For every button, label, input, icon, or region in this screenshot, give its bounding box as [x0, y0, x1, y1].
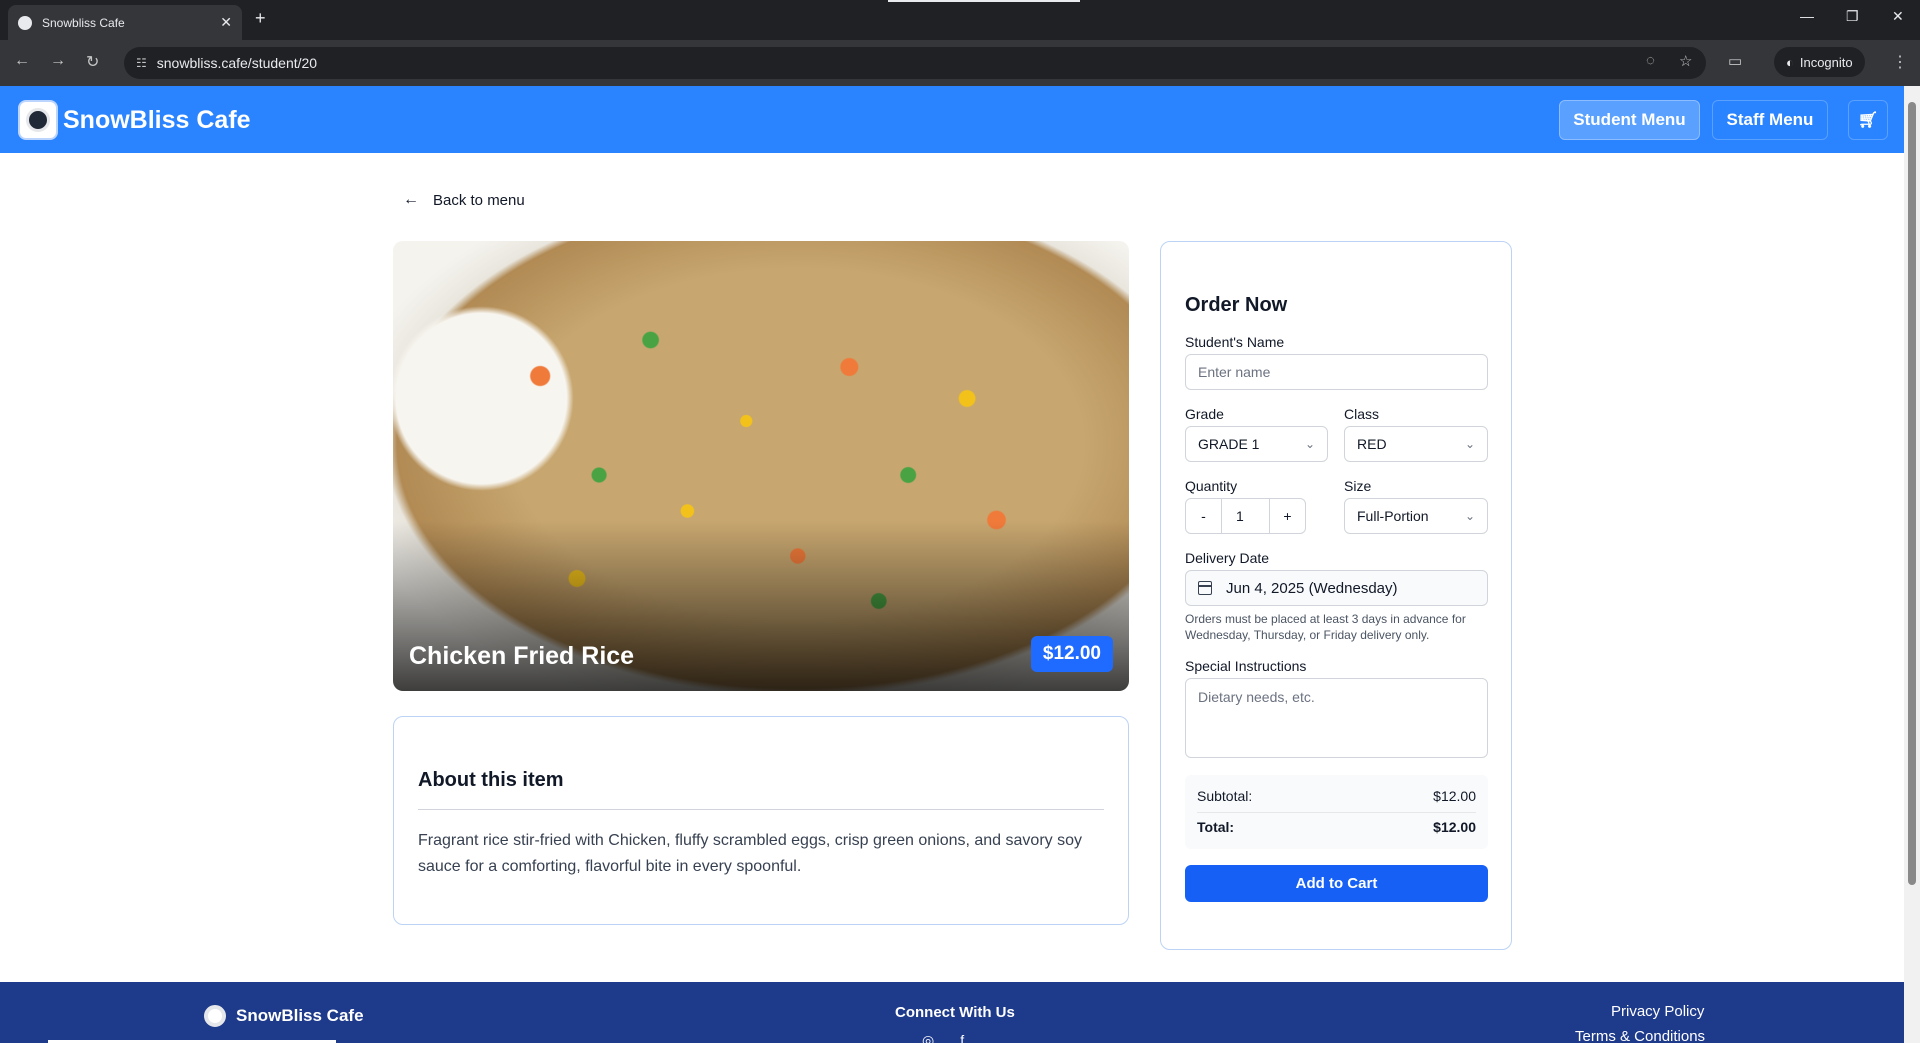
size-value: Full-Portion	[1357, 508, 1429, 524]
facebook-icon[interactable]: f	[960, 1032, 964, 1043]
site-footer: SnowBliss Cafe Connect With Us ◎ f Priva…	[0, 982, 1904, 1043]
class-value: RED	[1357, 436, 1387, 452]
instagram-icon[interactable]: ◎	[922, 1032, 934, 1043]
subtotal-value: $12.00	[1433, 788, 1476, 804]
cart-button[interactable]: 🛒︎	[1848, 100, 1888, 140]
menu-kebab-icon[interactable]: ⋮	[1892, 52, 1908, 72]
delivery-date-value: Jun 4, 2025 (Wednesday)	[1226, 579, 1398, 597]
delivery-date-label: Delivery Date	[1185, 550, 1270, 566]
about-card: About this item Fragrant rice stir-fried…	[393, 716, 1129, 925]
divider	[1197, 812, 1476, 813]
special-instructions-label: Special Instructions	[1185, 658, 1307, 674]
back-to-menu-link[interactable]: ← Back to menu	[403, 191, 525, 209]
chevron-down-icon: ⌄	[1464, 437, 1475, 451]
add-to-cart-button[interactable]: Add to Cart	[1185, 865, 1488, 902]
student-name-label: Student's Name	[1185, 334, 1285, 350]
special-instructions-input[interactable]: Dietary needs, etc.	[1185, 678, 1488, 758]
back-icon[interactable]: ←	[14, 52, 30, 70]
quantity-stepper: - 1 +	[1185, 498, 1306, 534]
price-badge: $12.00	[1030, 636, 1113, 672]
footer-logo-icon	[204, 1005, 226, 1027]
incognito-badge[interactable]: ◐ Incognito	[1774, 47, 1865, 77]
tab-title: Snowbliss Cafe	[42, 15, 125, 30]
item-description: Fragrant rice stir-fried with Chicken, f…	[418, 832, 1082, 875]
incognito-icon: ◐	[1786, 54, 1794, 70]
size-label: Size	[1344, 478, 1372, 494]
student-name-input[interactable]: Enter name	[1185, 354, 1488, 390]
brand-name[interactable]: SnowBliss Cafe	[63, 106, 251, 135]
item-name: Chicken Fried Rice	[409, 642, 635, 670]
arrow-left-icon: ←	[403, 191, 419, 208]
close-window-icon[interactable]: ✕	[1892, 8, 1904, 25]
quantity-label: Quantity	[1185, 478, 1238, 494]
logo[interactable]	[18, 100, 58, 140]
forward-icon[interactable]: →	[50, 52, 66, 70]
footer-brand: SnowBliss Cafe	[236, 1006, 364, 1025]
decrement-button[interactable]: -	[1186, 499, 1222, 533]
order-totals: Subtotal: $12.00 Total: $12.00	[1185, 775, 1488, 849]
delivery-note: Orders must be placed at least 3 days in…	[1185, 612, 1466, 642]
favicon-icon	[18, 15, 32, 30]
site-header: SnowBliss Cafe Student Menu Staff Menu 🛒…	[0, 86, 1904, 153]
calendar-icon	[1198, 581, 1212, 595]
tab-search-indicator	[888, 0, 1080, 2]
grade-label: Grade	[1185, 406, 1224, 422]
staff-menu-button[interactable]: Staff Menu	[1712, 100, 1828, 140]
order-card: Order Now Student's Name Enter name Grad…	[1160, 241, 1512, 950]
eye-off-icon[interactable]: ◌	[1646, 52, 1655, 69]
grade-value: GRADE 1	[1198, 436, 1260, 452]
url-text: snowbliss.cafe/student/20	[156, 55, 318, 71]
class-select[interactable]: RED ⌄	[1344, 426, 1488, 462]
total-value: $12.00	[1433, 819, 1476, 835]
cafe-logo-icon	[26, 108, 50, 132]
total-row: Total: $12.00	[1197, 819, 1476, 835]
close-tab-icon[interactable]: ✕	[220, 14, 232, 31]
grade-select[interactable]: GRADE 1 ⌄	[1185, 426, 1328, 462]
bookmark-star-icon[interactable]: ☆	[1679, 52, 1692, 70]
minimize-icon[interactable]: —	[1800, 8, 1814, 24]
back-to-menu-label: Back to menu	[433, 191, 525, 209]
site-info-icon[interactable]: ☷	[136, 56, 147, 70]
connect-heading: Connect With Us	[895, 1004, 1015, 1021]
size-select[interactable]: Full-Portion ⌄	[1344, 498, 1488, 534]
address-bar[interactable]: ☷ snowbliss.cafe/student/20	[124, 47, 1706, 79]
privacy-policy-link[interactable]: Privacy Policy	[1611, 1003, 1704, 1020]
social-links: ◎ f	[922, 1032, 964, 1043]
total-label: Total:	[1197, 819, 1235, 835]
new-tab-icon[interactable]: +	[255, 8, 266, 29]
about-title: About this item	[418, 769, 564, 791]
student-menu-button[interactable]: Student Menu	[1559, 100, 1700, 140]
order-title: Order Now	[1185, 294, 1288, 316]
browser-tab[interactable]: Snowbliss Cafe ✕	[8, 5, 242, 40]
quantity-input[interactable]: 1	[1222, 499, 1269, 533]
media-icon[interactable]: ▭	[1728, 52, 1742, 70]
incognito-label: Incognito	[1799, 54, 1853, 70]
scrollbar-thumb[interactable]	[1908, 102, 1916, 885]
browser-tab-strip: Snowbliss Cafe ✕ + — ❐ ✕	[0, 0, 1920, 40]
restore-icon[interactable]: ❐	[1846, 8, 1859, 25]
chevron-down-icon: ⌄	[1464, 509, 1475, 523]
item-hero-image: Chicken Fried Rice $12.00	[393, 241, 1129, 691]
subtotal-row: Subtotal: $12.00	[1197, 788, 1476, 804]
divider	[418, 809, 1104, 810]
delivery-date-picker[interactable]: Jun 4, 2025 (Wednesday)	[1185, 570, 1488, 606]
increment-button[interactable]: +	[1269, 499, 1305, 533]
terms-link[interactable]: Terms & Conditions	[1575, 1028, 1705, 1043]
browser-toolbar: ← → ↻ ☷ snowbliss.cafe/student/20 ◌ ☆ ▭ …	[0, 40, 1920, 86]
reload-icon[interactable]: ↻	[86, 52, 99, 72]
cart-icon: 🛒︎	[1857, 112, 1879, 129]
chevron-down-icon: ⌄	[1304, 437, 1315, 451]
subtotal-label: Subtotal:	[1197, 788, 1253, 804]
class-label: Class	[1344, 406, 1380, 422]
